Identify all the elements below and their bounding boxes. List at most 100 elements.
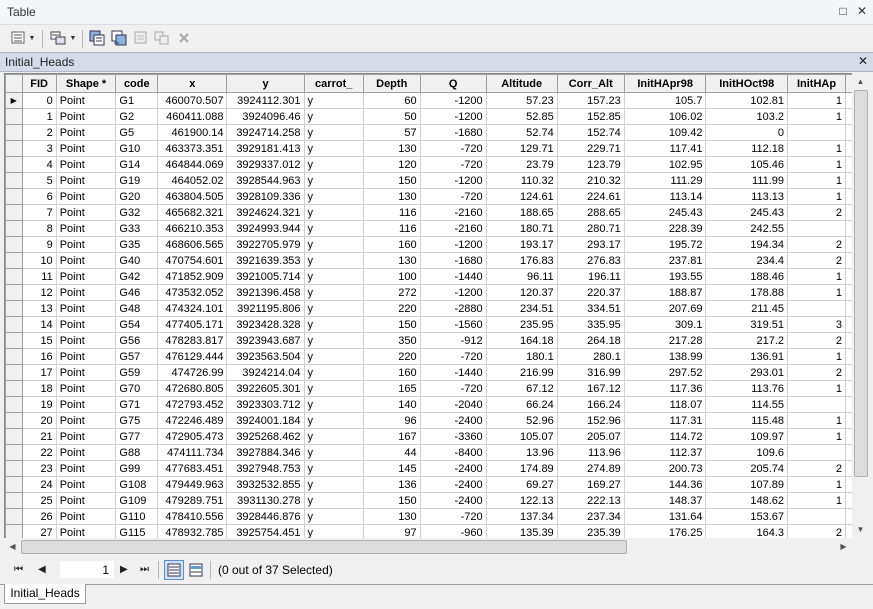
table-cell[interactable]: 114.72 — [623, 428, 707, 445]
table-cell[interactable]: Point — [55, 348, 117, 365]
table-row[interactable]: 17 Point G59 474726.99 3924214.04 y 160 -1440 21… — [5, 364, 853, 381]
table-cell[interactable]: 3921396.458 — [226, 284, 305, 301]
table-cell[interactable]: 188.65 — [485, 204, 558, 221]
table-cell[interactable]: 23 — [21, 460, 57, 477]
table-cell[interactable]: 463804.505 — [157, 188, 228, 205]
table-row[interactable]: 9 Point G35 468606.565 3922705.979 y 160 -1200 1… — [5, 236, 853, 253]
table-cell[interactable]: 166.24 — [556, 396, 625, 413]
table-cell[interactable]: 472793.452 — [157, 396, 228, 413]
table-cell[interactable]: 105.46 — [705, 156, 789, 173]
table-cell[interactable]: 2 — [787, 460, 846, 477]
table-row[interactable]: 7 Point G32 465682.321 3924624.321 y 116 -2160 1… — [5, 204, 853, 221]
table-row[interactable]: 16 Point G57 476129.444 3923563.504 y 220 -720 1… — [5, 348, 853, 365]
table-cell[interactable]: Point — [55, 156, 117, 173]
table-cell[interactable]: 228.39 — [623, 220, 707, 237]
table-row[interactable]: 18 Point G70 472680.805 3922605.301 y 165 -720 6… — [5, 380, 853, 397]
column-header[interactable]: Q — [419, 74, 487, 93]
table-cell[interactable]: 3928446.876 — [226, 508, 305, 525]
row-selector[interactable] — [5, 332, 23, 349]
table-cell[interactable]: 222.13 — [556, 492, 625, 509]
table-cell[interactable]: 2 — [21, 124, 57, 141]
table-cell[interactable]: 178.88 — [705, 284, 789, 301]
table-cell[interactable]: Point — [55, 444, 117, 461]
table-cell[interactable]: 131.64 — [623, 508, 707, 525]
table-cell[interactable]: 66.24 — [485, 396, 558, 413]
previous-record-icon[interactable]: ◀ — [38, 564, 46, 575]
table-cell[interactable]: G75 — [115, 412, 159, 429]
table-cell[interactable]: 3924214.04 — [226, 364, 305, 381]
table-cell[interactable]: 152.85 — [556, 108, 625, 125]
table-cell[interactable]: 150 — [362, 492, 421, 509]
table-cell[interactable]: 1 — [787, 108, 846, 125]
table-cell[interactable]: G56 — [115, 332, 159, 349]
table-cell[interactable]: 136 — [362, 476, 421, 493]
table-cell[interactable]: 19 — [21, 396, 57, 413]
table-cell[interactable]: y — [303, 332, 364, 349]
table-cell[interactable]: 169.27 — [556, 476, 625, 493]
table-cell[interactable]: 245.43 — [705, 204, 789, 221]
table-cell[interactable] — [787, 300, 846, 317]
row-selector[interactable] — [5, 428, 23, 445]
table-cell[interactable]: 110.32 — [485, 172, 558, 189]
table-cell[interactable]: 478410.556 — [157, 508, 228, 525]
row-selector[interactable] — [5, 252, 23, 269]
table-cell[interactable]: 479449.963 — [157, 476, 228, 493]
table-cell[interactable]: 3 — [787, 316, 846, 333]
table-cell[interactable]: 3931130.278 — [226, 492, 305, 509]
table-cell[interactable]: 472246.489 — [157, 412, 228, 429]
table-cell[interactable]: 157.23 — [556, 92, 625, 109]
table-cell[interactable]: Point — [55, 220, 117, 237]
select-by-attributes-button[interactable] — [88, 29, 106, 47]
table-cell[interactable]: 123.79 — [556, 156, 625, 173]
table-cell[interactable]: 234.4 — [705, 252, 789, 269]
table-cell[interactable]: 130 — [362, 140, 421, 157]
table-cell[interactable]: G46 — [115, 284, 159, 301]
table-cell[interactable]: 1 — [787, 492, 846, 509]
table-cell[interactable]: 205.74 — [705, 460, 789, 477]
table-cell[interactable]: G59 — [115, 364, 159, 381]
table-cell[interactable]: y — [303, 268, 364, 285]
table-cell[interactable]: 124.61 — [485, 188, 558, 205]
table-cell[interactable]: Point — [55, 236, 117, 253]
table-cell[interactable]: G88 — [115, 444, 159, 461]
row-selector[interactable] — [5, 268, 23, 285]
table-cell[interactable]: 137.34 — [485, 508, 558, 525]
scroll-right-icon[interactable]: ▶ — [835, 538, 852, 555]
table-cell[interactable]: 16 — [21, 348, 57, 365]
table-cell[interactable]: 50 — [362, 108, 421, 125]
table-cell[interactable]: 264.18 — [556, 332, 625, 349]
table-cell[interactable]: y — [303, 316, 364, 333]
table-cell[interactable]: 474726.99 — [157, 364, 228, 381]
table-cell[interactable]: y — [303, 156, 364, 173]
table-cell[interactable]: G40 — [115, 252, 159, 269]
table-row[interactable]: 1 Point G2 460411.088 3924096.46 y 50 -1200 52.8… — [5, 108, 853, 125]
table-cell[interactable]: 4 — [21, 156, 57, 173]
table-cell[interactable]: Point — [55, 92, 117, 109]
table-cell[interactable]: y — [303, 220, 364, 237]
row-selector[interactable] — [5, 380, 23, 397]
table-cell[interactable] — [787, 396, 846, 413]
table-row[interactable]: 19 Point G71 472793.452 3923303.712 y 140 -2040… — [5, 396, 853, 413]
table-cell[interactable]: 52.96 — [485, 412, 558, 429]
table-cell[interactable]: Point — [55, 428, 117, 445]
table-cell[interactable]: G109 — [115, 492, 159, 509]
table-cell[interactable]: y — [303, 508, 364, 525]
table-cell[interactable]: 115.48 — [705, 412, 789, 429]
table-cell[interactable]: G14 — [115, 156, 159, 173]
table-cell[interactable]: 3924112.301 — [226, 92, 305, 109]
table-cell[interactable]: 130 — [362, 252, 421, 269]
row-selector[interactable]: ▶ — [5, 92, 23, 109]
table-cell[interactable]: Point — [55, 124, 117, 141]
table-cell[interactable]: 0 — [21, 92, 57, 109]
table-cell[interactable]: 107.89 — [705, 476, 789, 493]
table-cell[interactable]: y — [303, 124, 364, 141]
table-cell[interactable]: 242.55 — [705, 220, 789, 237]
table-cell[interactable]: 1 — [787, 172, 846, 189]
table-cell[interactable]: G54 — [115, 316, 159, 333]
table-cell[interactable]: 293.01 — [705, 364, 789, 381]
table-cell[interactable]: 15 — [21, 332, 57, 349]
table-cell[interactable]: 1 — [787, 412, 846, 429]
vertical-scroll-thumb[interactable] — [854, 90, 868, 477]
table-row[interactable]: 14 Point G54 477405.171 3923428.328 y 150 -1560… — [5, 316, 853, 333]
table-cell[interactable]: 217.28 — [623, 332, 707, 349]
